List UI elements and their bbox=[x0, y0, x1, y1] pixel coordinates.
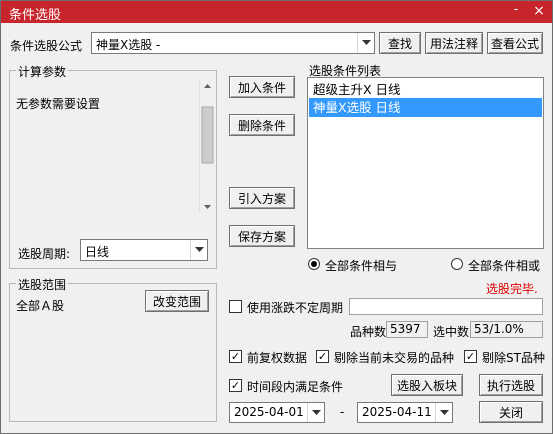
exclude-notrade-checkbox[interactable]: ✓ bbox=[316, 350, 329, 363]
status-text: 选股完毕. bbox=[486, 282, 538, 296]
start-date-picker[interactable]: 2025-04-01 bbox=[229, 402, 325, 423]
or-label: 全部条件相或 bbox=[468, 259, 541, 273]
formula-label: 条件选股公式 bbox=[10, 39, 83, 53]
close-button[interactable]: 关闭 bbox=[479, 401, 543, 423]
condition-item-0[interactable]: 超级主升X 日线 bbox=[309, 80, 542, 99]
date-separator: - bbox=[340, 405, 345, 419]
variable-period-label: 使用涨跌不定周期 bbox=[247, 301, 344, 315]
time-range-label: 时间段内满足条件 bbox=[247, 380, 344, 394]
and-radio[interactable] bbox=[308, 258, 320, 270]
variable-period-input[interactable] bbox=[349, 298, 543, 315]
exclude-st-checkbox[interactable]: ✓ bbox=[464, 350, 477, 363]
exclude-notrade-label: 剔除当前未交易的品种 bbox=[334, 351, 455, 365]
and-label: 全部条件相与 bbox=[325, 259, 398, 273]
find-button[interactable]: 查找 bbox=[379, 32, 421, 54]
chevron-down-icon[interactable] bbox=[357, 33, 374, 53]
params-group-title: 计算参数 bbox=[16, 63, 69, 80]
formula-select-value: 神量X选股 - bbox=[96, 38, 161, 52]
params-text: 无参数需要设置 bbox=[16, 97, 101, 111]
change-range-button[interactable]: 改变范围 bbox=[145, 290, 209, 312]
fq-checkbox[interactable]: ✓ bbox=[229, 350, 242, 363]
chevron-down-icon[interactable] bbox=[307, 403, 324, 422]
range-value: 全部Ａ股 bbox=[16, 299, 65, 313]
fq-label: 前复权数据 bbox=[247, 351, 308, 365]
formula-select[interactable]: 神量X选股 - bbox=[91, 32, 375, 54]
chevron-down-icon[interactable] bbox=[190, 240, 207, 260]
start-date-value: 2025-04-01 bbox=[234, 405, 304, 419]
total-count-label: 品种数 bbox=[350, 325, 387, 339]
delete-condition-button[interactable]: 删除条件 bbox=[229, 114, 295, 136]
end-date-picker[interactable]: 2025-04-11 bbox=[357, 402, 453, 423]
end-date-value: 2025-04-11 bbox=[362, 405, 432, 419]
time-range-checkbox[interactable]: ✓ bbox=[229, 379, 242, 392]
add-condition-button[interactable]: 加入条件 bbox=[229, 76, 295, 98]
to-block-button[interactable]: 选股入板块 bbox=[391, 374, 463, 396]
conditions-list[interactable]: 超级主升X 日线 神量X选股 日线 bbox=[307, 77, 544, 249]
range-group: 选股范围 全部Ａ股 改变范围 bbox=[9, 276, 217, 422]
title-bar[interactable]: 条件选股 - × bbox=[1, 1, 552, 23]
save-scheme-button[interactable]: 保存方案 bbox=[229, 225, 295, 247]
execute-button[interactable]: 执行选股 bbox=[479, 374, 543, 396]
period-select-value: 日线 bbox=[85, 245, 110, 259]
total-count-value: 5397 bbox=[386, 321, 428, 338]
condition-stock-dialog: 条件选股 - × 条件选股公式 神量X选股 - 查找 用法注释 查看公式 计算参… bbox=[0, 0, 553, 434]
condition-item-1[interactable]: 神量X选股 日线 bbox=[309, 98, 542, 117]
period-label: 选股周期: bbox=[18, 247, 71, 261]
params-scrollbar[interactable] bbox=[199, 79, 214, 213]
selected-count-value: 53/1.0% bbox=[470, 321, 543, 338]
params-group: 计算参数 无参数需要设置 选股周期: 日线 bbox=[9, 63, 217, 269]
minimize-icon[interactable]: - bbox=[505, 1, 527, 21]
variable-period-checkbox[interactable] bbox=[229, 300, 242, 313]
period-select[interactable]: 日线 bbox=[80, 239, 208, 261]
view-formula-button[interactable]: 查看公式 bbox=[487, 32, 543, 54]
range-group-title: 选股范围 bbox=[16, 276, 69, 293]
or-radio[interactable] bbox=[451, 258, 463, 270]
close-icon[interactable]: × bbox=[528, 1, 550, 21]
exclude-st-label: 剔除ST品种 bbox=[482, 351, 545, 365]
selected-count-label: 选中数 bbox=[433, 325, 470, 339]
chevron-down-icon[interactable] bbox=[435, 403, 452, 422]
window-title: 条件选股 bbox=[9, 8, 62, 23]
usage-notes-button[interactable]: 用法注释 bbox=[425, 32, 483, 54]
import-scheme-button[interactable]: 引入方案 bbox=[229, 187, 295, 209]
